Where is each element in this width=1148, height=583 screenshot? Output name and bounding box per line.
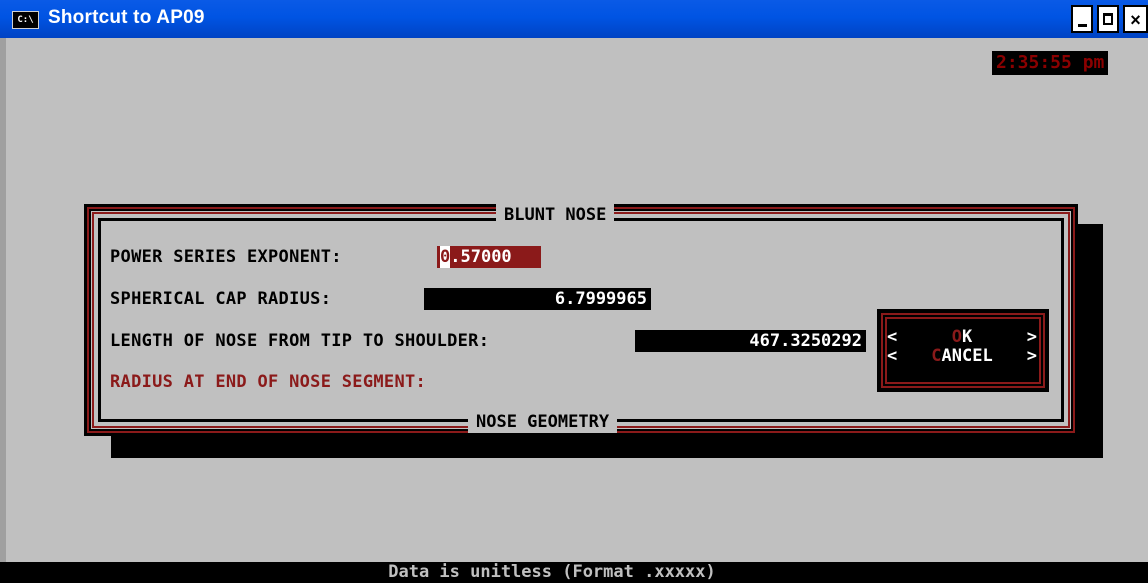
nose-length-input[interactable]: 467.3250292 [635, 330, 866, 352]
console-window: C:\ Shortcut to AP09 × 2:35:55 pm BLUNT … [0, 0, 1148, 583]
maximize-icon [1103, 13, 1113, 25]
maximize-button[interactable] [1097, 5, 1119, 33]
minimize-icon [1078, 24, 1087, 27]
power-series-exponent-label: POWER SERIES EXPONENT: [110, 247, 342, 267]
status-bar: Data is unitless (Format .xxxxx) [0, 562, 1148, 583]
cancel-label-rest: ANCEL [941, 346, 993, 366]
button-panel: < OK > < CANCEL > [877, 309, 1049, 392]
ok-bracket-right: > [1026, 327, 1037, 347]
minimize-button[interactable] [1071, 5, 1093, 33]
spherical-cap-radius-input[interactable]: 6.7999965 [424, 288, 651, 310]
cancel-label: CANCEL [887, 346, 1037, 366]
ok-label-rest: K [962, 327, 973, 347]
window-title: Shortcut to AP09 [48, 7, 205, 28]
nose-length-label: LENGTH OF NOSE FROM TIP TO SHOULDER: [110, 331, 490, 351]
cancel-hotkey: C [931, 346, 942, 366]
dialog-title: BLUNT NOSE [496, 204, 615, 226]
close-button[interactable]: × [1123, 5, 1148, 33]
text-cursor: 0 [440, 246, 451, 268]
status-text: Data is unitless (Format .xxxxx) [388, 562, 716, 582]
power-series-exponent-input[interactable]: 0.57000 [437, 246, 541, 268]
dialog-footer-title: NOSE GEOMETRY [468, 411, 618, 433]
cancel-bracket-right: > [1026, 346, 1037, 366]
clock-display: 2:35:55 pm [992, 51, 1109, 75]
spherical-cap-radius-label: SPHERICAL CAP RADIUS: [110, 289, 332, 309]
ok-hotkey: O [951, 327, 962, 347]
console-icon[interactable]: C:\ [12, 11, 39, 29]
power-series-exponent-value: .57000 [450, 247, 512, 267]
ok-label: OK [887, 327, 1037, 347]
blunt-nose-dialog: BLUNT NOSE POWER SERIES EXPONENT: 0.5700… [84, 204, 1078, 436]
ok-button[interactable]: < OK > [887, 327, 1037, 347]
title-bar[interactable]: C:\ Shortcut to AP09 × [0, 0, 1148, 39]
cancel-button[interactable]: < CANCEL > [887, 346, 1037, 366]
radius-end-nose-segment-label: RADIUS AT END OF NOSE SEGMENT: [110, 372, 427, 392]
close-icon: × [1130, 10, 1141, 30]
